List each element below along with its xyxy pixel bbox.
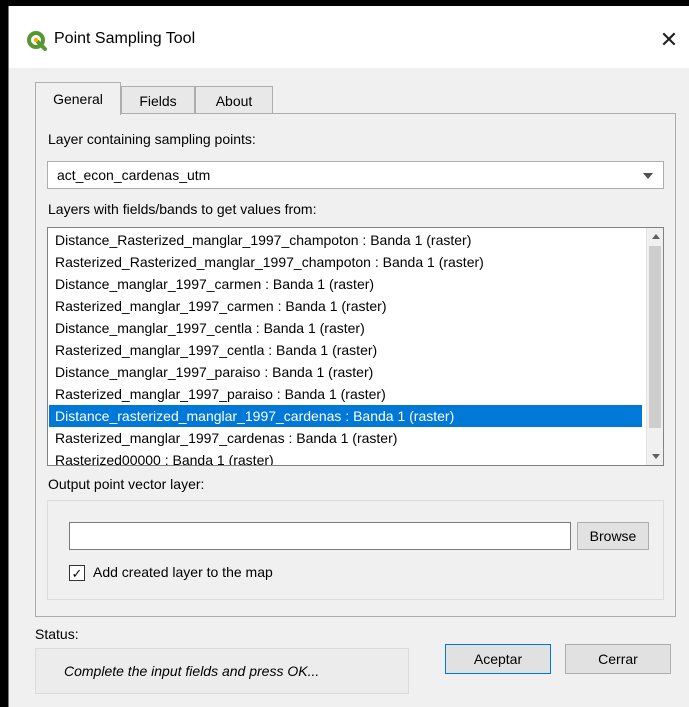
- status-label: Status:: [35, 626, 79, 642]
- scroll-down-icon[interactable]: [647, 448, 663, 465]
- scroll-up-icon[interactable]: [647, 228, 663, 245]
- vertical-scrollbar[interactable]: [646, 228, 663, 465]
- close-icon[interactable]: ✕: [649, 20, 689, 60]
- list-item[interactable]: Rasterized_manglar_1997_carmen : Banda 1…: [49, 295, 642, 317]
- list-item[interactable]: Distance_Rasterized_manglar_1997_champot…: [49, 229, 642, 251]
- sampling-layer-value: act_econ_cardenas_utm: [57, 167, 211, 183]
- sampling-layer-label: Layer containing sampling points:: [48, 131, 256, 147]
- scroll-thumb[interactable]: [649, 246, 661, 428]
- status-box: Complete the input fields and press OK..…: [35, 648, 409, 694]
- sampling-layer-select[interactable]: act_econ_cardenas_utm: [47, 161, 664, 189]
- tab-general[interactable]: General: [35, 82, 121, 115]
- list-item[interactable]: Rasterized_manglar_1997_cardenas : Banda…: [49, 427, 642, 449]
- chevron-down-icon: [643, 173, 653, 179]
- list-item-selected[interactable]: Distance_rasterized_manglar_1997_cardena…: [49, 405, 642, 427]
- qgis-logo-icon: [27, 31, 47, 51]
- browse-button[interactable]: Browse: [577, 522, 649, 550]
- tab-fields[interactable]: Fields: [121, 86, 195, 114]
- output-path-input[interactable]: [69, 522, 571, 550]
- add-layer-label: Add created layer to the map: [93, 564, 273, 580]
- point-sampling-dialog: Point Sampling Tool ✕ General Fields Abo…: [8, 6, 689, 707]
- general-panel: Layer containing sampling points: act_ec…: [35, 113, 676, 617]
- output-groupbox: Browse ✓ Add created layer to the map: [47, 500, 664, 600]
- layers-list-label: Layers with fields/bands to get values f…: [48, 201, 317, 217]
- title-bar: Point Sampling Tool ✕: [9, 6, 689, 68]
- list-item[interactable]: Rasterized_Rasterized_manglar_1997_champ…: [49, 251, 642, 273]
- output-layer-label: Output point vector layer:: [48, 476, 205, 492]
- close-button[interactable]: Cerrar: [565, 644, 671, 674]
- layers-listbox[interactable]: Distance_Rasterized_manglar_1997_champot…: [47, 227, 664, 466]
- window-title: Point Sampling Tool: [54, 30, 196, 47]
- list-item[interactable]: Rasterized_manglar_1997_paraiso : Banda …: [49, 383, 642, 405]
- list-item[interactable]: Rasterized00000 : Banda 1 (raster): [49, 449, 642, 465]
- list-item[interactable]: Distance_manglar_1997_centla : Banda 1 (…: [49, 317, 642, 339]
- list-item[interactable]: Distance_manglar_1997_paraiso : Banda 1 …: [49, 361, 642, 383]
- list-item[interactable]: Rasterized_manglar_1997_centla : Banda 1…: [49, 339, 642, 361]
- tab-about[interactable]: About: [195, 86, 273, 114]
- status-text: Complete the input fields and press OK..…: [64, 663, 320, 679]
- list-item[interactable]: Distance_manglar_1997_carmen : Banda 1 (…: [49, 273, 642, 295]
- accept-button[interactable]: Aceptar: [445, 644, 551, 674]
- add-layer-checkbox[interactable]: ✓: [69, 565, 85, 581]
